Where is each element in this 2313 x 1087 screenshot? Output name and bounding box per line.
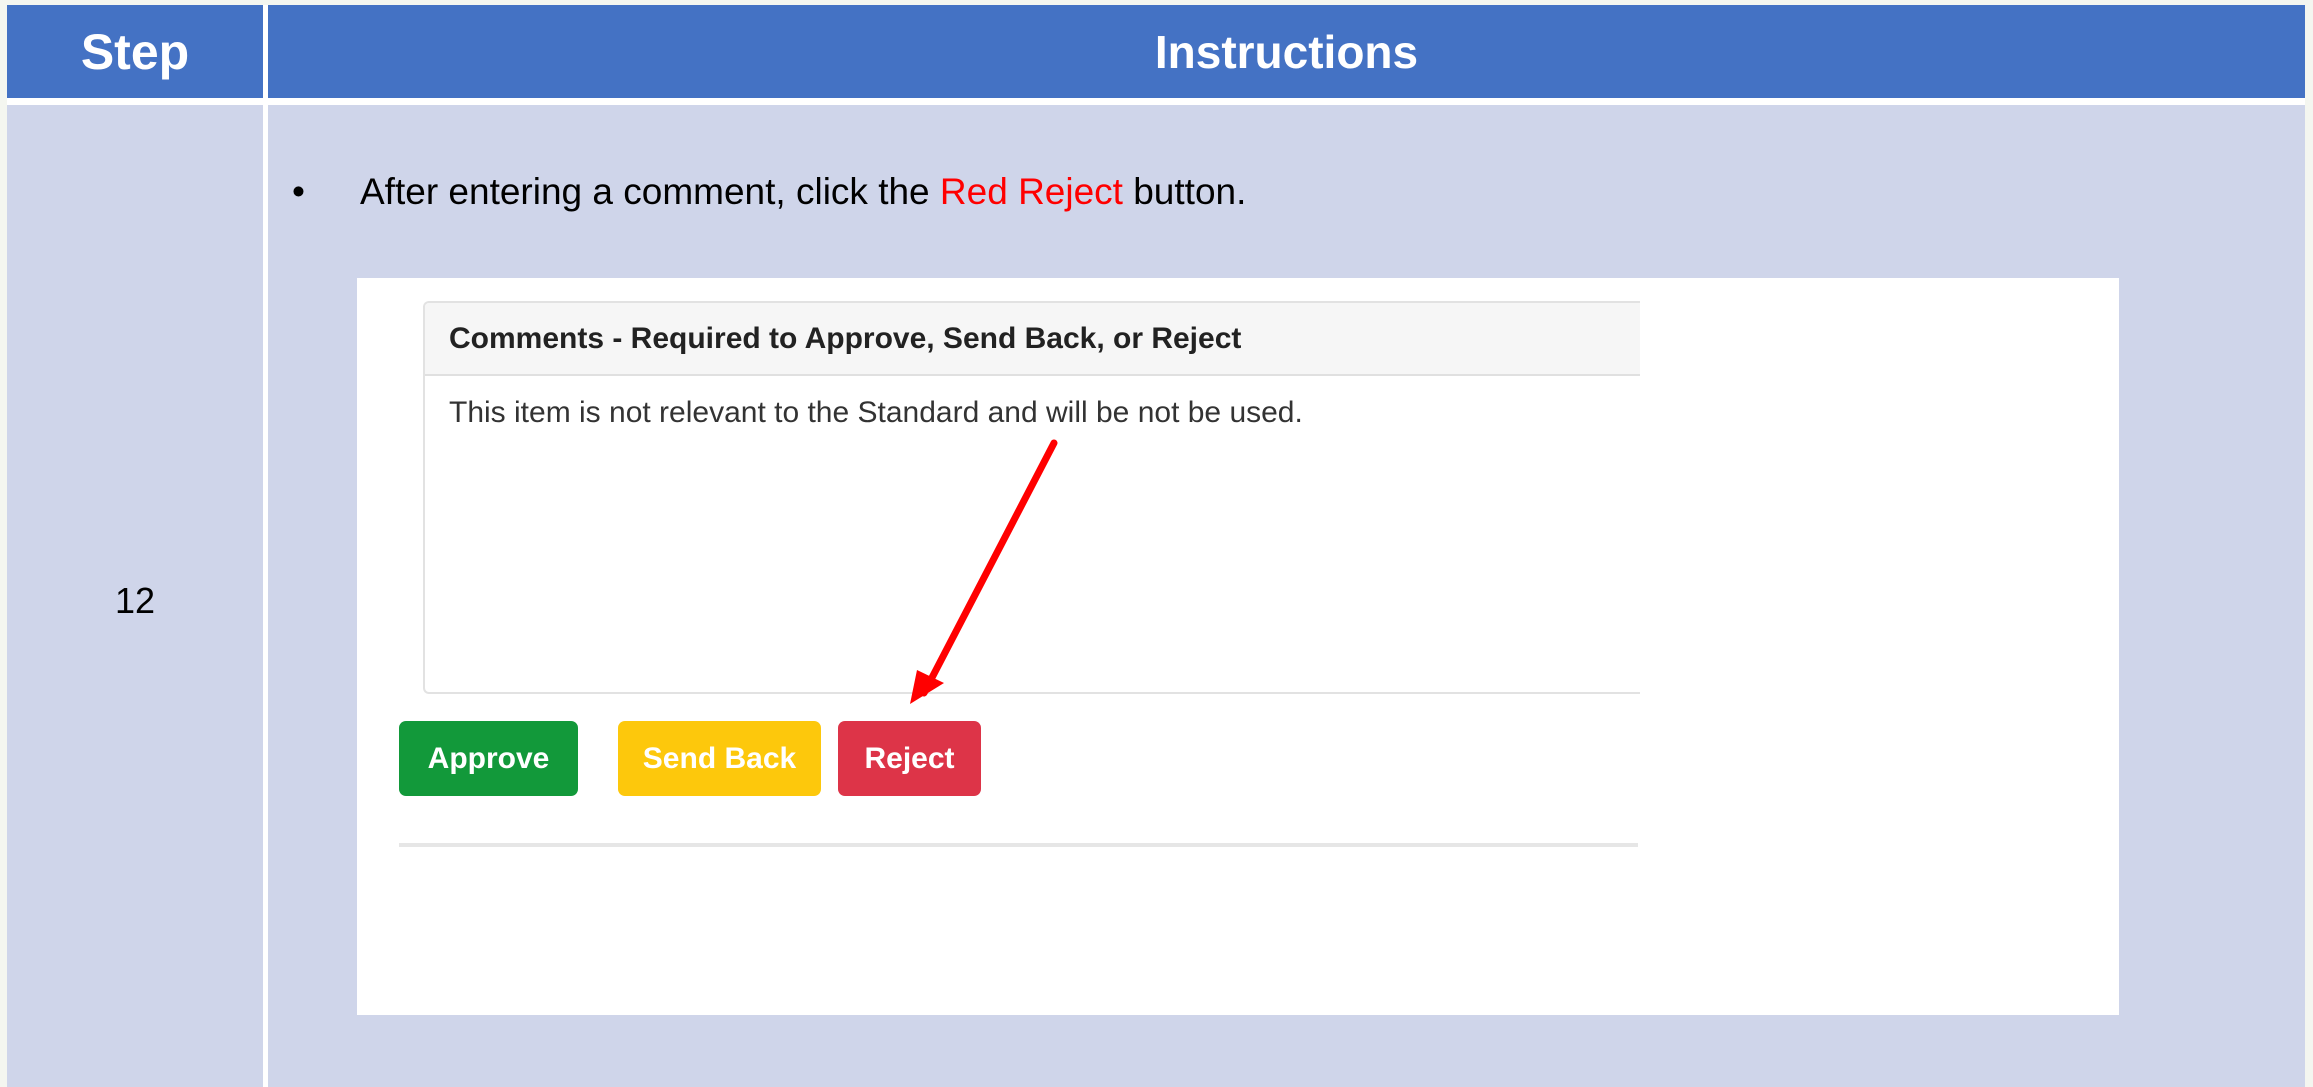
step-cell: 12	[7, 105, 263, 1087]
instruction-highlight: Red Reject	[939, 171, 1123, 212]
step-number: 12	[114, 580, 156, 621]
instructions-column-header: Instructions	[268, 5, 2305, 98]
header-divider	[7, 98, 2305, 105]
instruction-text-before: After entering a comment, click the	[360, 171, 940, 212]
bullet-icon: •	[292, 171, 305, 212]
embedded-screenshot: Comments - Required to Approve, Send Bac…	[357, 278, 2119, 1015]
instruction-text: • After entering a comment, click the Red…	[292, 171, 1246, 213]
instruction-text-after: button.	[1122, 171, 1247, 212]
instruction-table: Step Instructions 12 • After entering a c…	[7, 5, 2305, 1087]
step-column-header: Step	[7, 5, 263, 98]
red-arrow-icon	[910, 439, 1058, 704]
